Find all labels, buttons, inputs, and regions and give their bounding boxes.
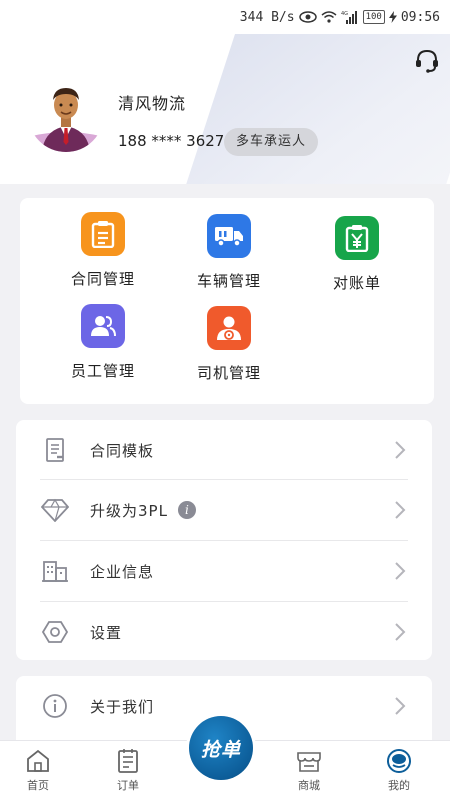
status-bar: 344 B/s 4G 100 09:56 bbox=[0, 0, 450, 34]
chevron-right-icon bbox=[394, 696, 406, 716]
grid-label: 司机管理 bbox=[196, 364, 261, 382]
diamond-icon bbox=[40, 495, 70, 525]
phone-number: 188 **** 3627 bbox=[118, 132, 225, 150]
menu-list: 合同模板 升级为3PL i 企业信息 设置 bbox=[16, 420, 432, 660]
eye-icon bbox=[298, 11, 317, 23]
headset-icon[interactable] bbox=[414, 48, 440, 74]
menu-label: 设置 bbox=[90, 623, 123, 642]
grid-item-contract[interactable]: 合同管理 bbox=[48, 212, 158, 289]
grid-label: 合同管理 bbox=[70, 270, 135, 288]
driver-icon bbox=[207, 306, 251, 350]
chevron-right-icon bbox=[394, 500, 406, 520]
4g-signal-icon: 4G bbox=[341, 10, 359, 24]
grid-item-employee[interactable]: 员工管理 bbox=[48, 304, 158, 381]
grid-label: 员工管理 bbox=[70, 362, 135, 380]
svg-text:4G: 4G bbox=[341, 11, 348, 17]
info-circle-icon bbox=[40, 691, 70, 721]
document-icon bbox=[40, 435, 70, 465]
info-badge[interactable]: i bbox=[177, 501, 196, 519]
nav-label: 首页 bbox=[27, 779, 49, 792]
order-icon bbox=[114, 747, 142, 775]
profile-icon bbox=[385, 747, 413, 775]
chevron-right-icon bbox=[394, 440, 406, 460]
menu-item-settings[interactable]: 设置 bbox=[40, 602, 408, 662]
grid-item-vehicle[interactable]: 车辆管理 bbox=[174, 214, 284, 291]
clock: 09:56 bbox=[400, 9, 440, 25]
building-icon bbox=[40, 556, 70, 586]
nav-item-profile[interactable]: 我的 bbox=[364, 741, 434, 800]
grab-order-button[interactable]: 抢单 bbox=[189, 716, 253, 780]
store-icon bbox=[295, 747, 323, 775]
contract-icon bbox=[81, 212, 125, 256]
network-speed: 344 B/s bbox=[239, 9, 295, 25]
menu-item-upgrade-3pl[interactable]: 升级为3PL i bbox=[40, 480, 408, 540]
chevron-right-icon bbox=[394, 561, 406, 581]
grid-item-statement[interactable]: 对账单 bbox=[302, 216, 412, 293]
company-name: 清风物流 bbox=[118, 94, 187, 113]
menu-label: 企业信息 bbox=[90, 562, 155, 581]
menu-label: 关于我们 bbox=[90, 697, 155, 716]
menu-item-contract-template[interactable]: 合同模板 bbox=[40, 420, 408, 480]
nav-label: 订单 bbox=[117, 779, 139, 792]
menu-label: 升级为3PL bbox=[90, 501, 168, 520]
nav-label: 我的 bbox=[388, 779, 410, 792]
header-decoration bbox=[179, 34, 450, 184]
grid-item-driver[interactable]: 司机管理 bbox=[174, 306, 284, 383]
wifi-icon bbox=[321, 11, 337, 23]
menu-item-company-info[interactable]: 企业信息 bbox=[40, 541, 408, 601]
role-badge: 多车承运人 bbox=[224, 128, 319, 156]
grid-label: 车辆管理 bbox=[196, 272, 261, 290]
nav-item-orders[interactable]: 订单 bbox=[93, 741, 163, 800]
nav-item-home[interactable]: 首页 bbox=[3, 741, 73, 800]
profile-header: 清风物流 188 **** 3627 多车承运人 bbox=[0, 34, 450, 184]
menu-label: 合同模板 bbox=[90, 441, 155, 460]
charging-icon bbox=[388, 11, 397, 23]
battery-icon: 100 bbox=[362, 10, 385, 24]
home-icon bbox=[24, 747, 52, 775]
avatar[interactable] bbox=[28, 76, 104, 152]
grid-label: 对账单 bbox=[332, 274, 381, 292]
truck-icon bbox=[207, 214, 251, 258]
nav-item-store[interactable]: 商城 bbox=[274, 741, 344, 800]
yuan-clipboard-icon bbox=[335, 216, 379, 260]
function-grid: 合同管理 车辆管理 对账单 员工管理 司机管理 bbox=[20, 198, 434, 404]
nav-label: 商城 bbox=[298, 779, 320, 792]
hexagon-settings-icon bbox=[40, 617, 70, 647]
employees-icon bbox=[81, 304, 125, 348]
chevron-right-icon bbox=[394, 622, 406, 642]
